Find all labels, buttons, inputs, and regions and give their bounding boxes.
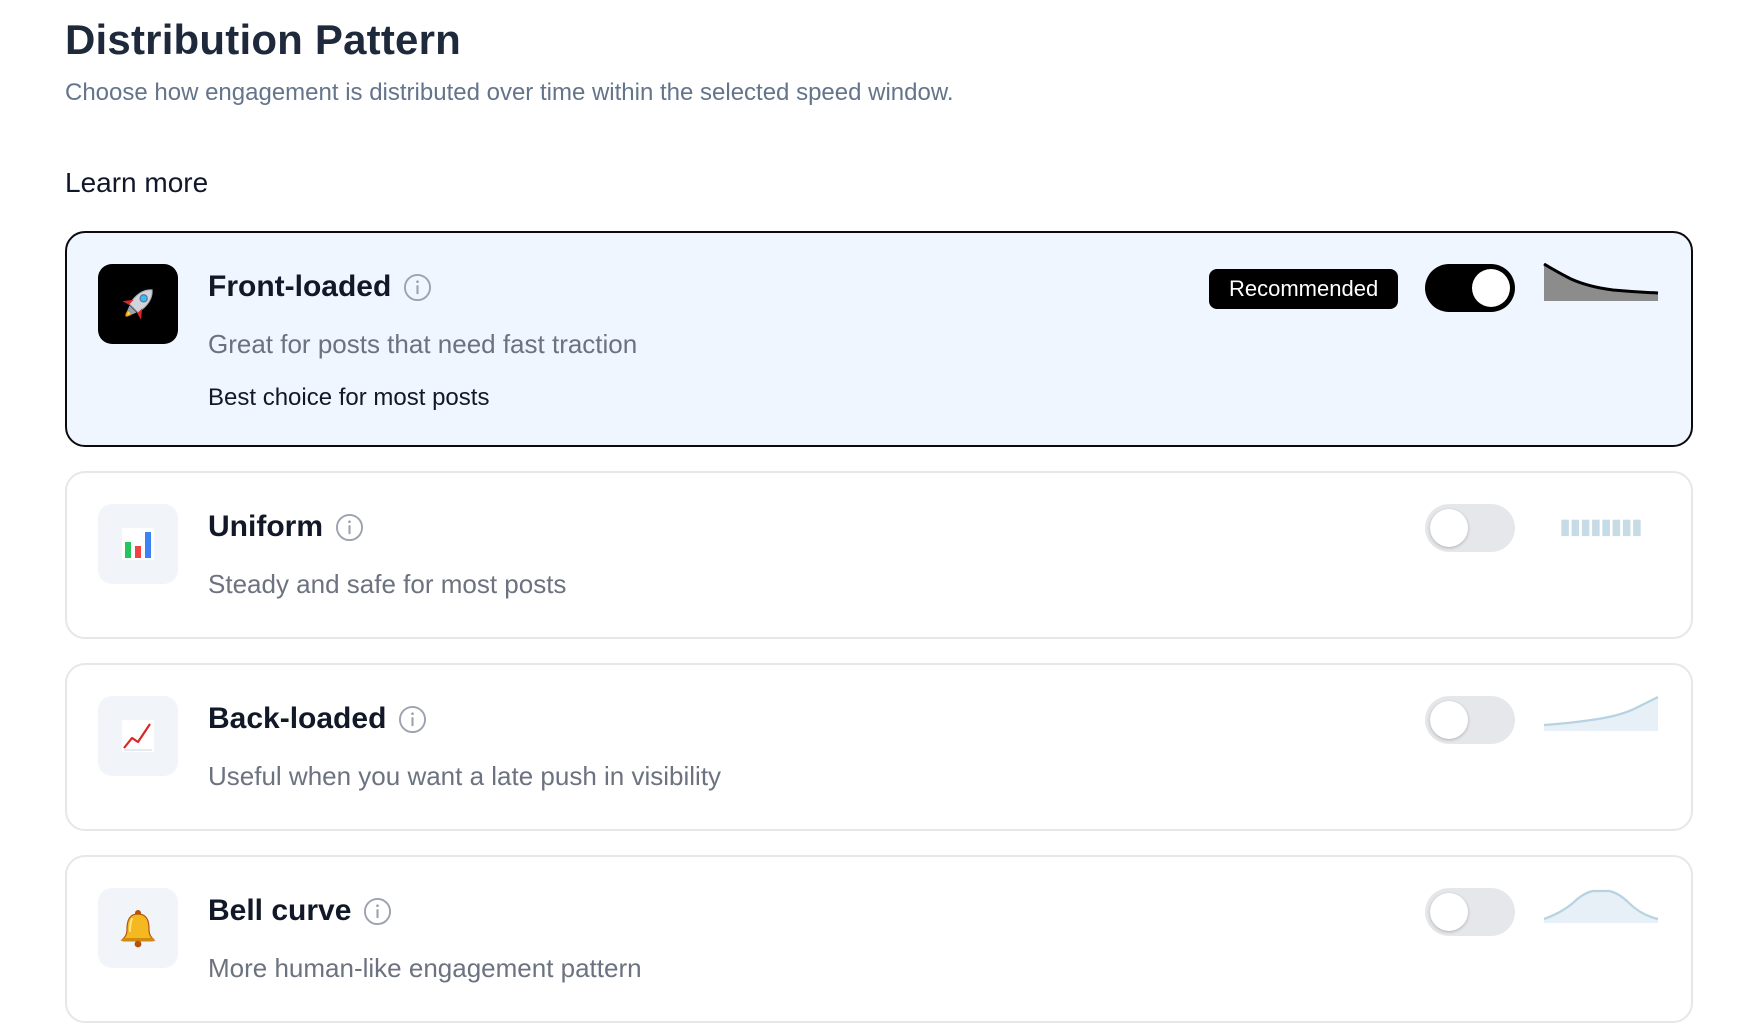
option-description: Great for posts that need fast traction [208,329,638,359]
option-title-row: Uniform [208,507,364,547]
option-title: Front-loaded [208,270,392,303]
option-note: Best choice for most posts [208,384,490,411]
toggle-knob [1430,701,1468,739]
option-toggle-back-loaded[interactable] [1425,696,1515,744]
option-title: Back-loaded [208,702,387,735]
bell-icon [98,888,178,968]
option-toggle-bell-curve[interactable] [1425,888,1515,936]
learn-more-link[interactable]: Learn more [65,166,208,200]
rocket-icon [98,264,178,344]
info-icon[interactable] [335,513,364,542]
toggle-knob [1472,269,1510,307]
option-card-back-loaded[interactable]: Back-loaded Useful when you want a late … [65,663,1693,831]
page-header: Distribution Pattern Choose how engageme… [65,14,1665,108]
option-title-row: Front-loaded [208,267,432,307]
bar-chart-icon [98,504,178,584]
back-loaded-sparkline-icon [1543,696,1659,731]
toggle-knob [1430,893,1468,931]
info-icon[interactable] [403,273,432,302]
option-title: Bell curve [208,894,352,927]
option-title-row: Bell curve [208,891,392,931]
chart-increasing-icon [98,696,178,776]
recommended-badge: Recommended [1209,269,1399,309]
page-title: Distribution Pattern [65,16,462,63]
toggle-knob [1430,509,1468,547]
option-description: More human-like engagement pattern [208,953,642,983]
option-card-uniform[interactable]: Uniform Steady and safe for most posts [65,471,1693,639]
uniform-sparkline-icon [1561,519,1641,537]
info-icon[interactable] [398,705,427,734]
option-card-bell-curve[interactable]: Bell curve More human-like engagement pa… [65,855,1693,1023]
bell-curve-sparkline-icon [1543,889,1659,923]
page-subtitle: Choose how engagement is distributed ove… [65,79,954,106]
option-description: Useful when you want a late push in visi… [208,761,722,791]
option-toggle-front-loaded[interactable] [1425,264,1515,312]
option-toggle-uniform[interactable] [1425,504,1515,552]
option-description: Steady and safe for most posts [208,569,567,599]
front-loaded-sparkline-icon [1543,263,1659,301]
info-icon[interactable] [363,897,392,926]
option-card-front-loaded[interactable]: Front-loaded Great for posts that need f… [65,231,1693,447]
option-title-row: Back-loaded [208,699,427,739]
option-title: Uniform [208,510,323,543]
